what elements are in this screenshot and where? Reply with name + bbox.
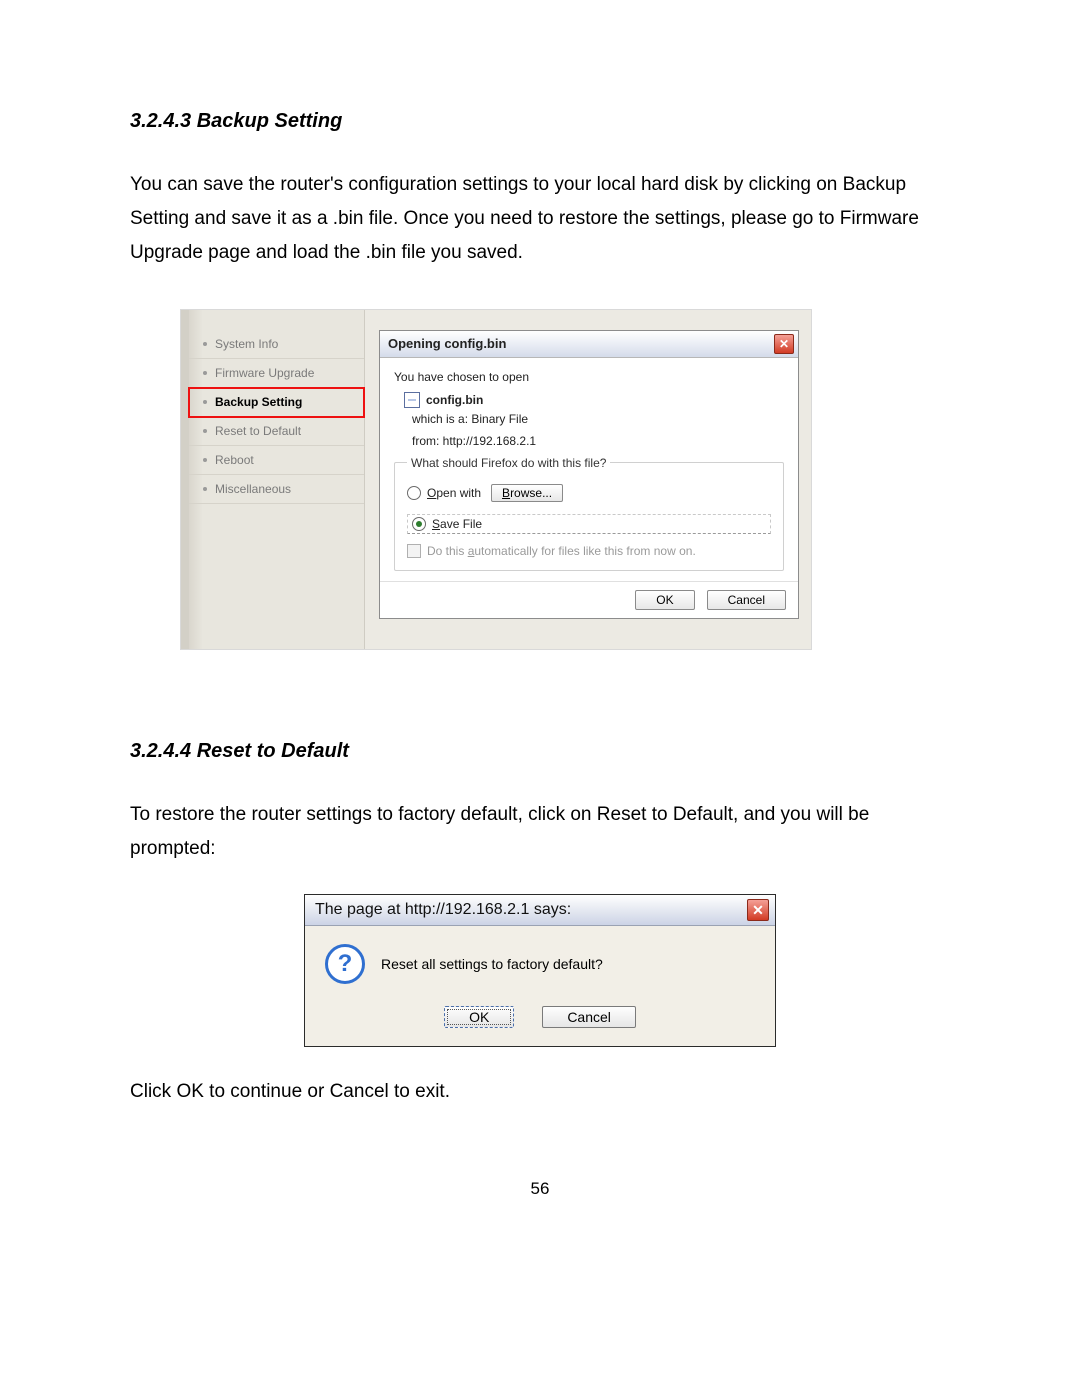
bullet-icon [203,458,207,462]
dialog-which-is: which is a: Binary File [412,412,784,426]
section-2-closing: Click OK to continue or Cancel to exit. [130,1075,950,1109]
router-sidebar: System Info Firmware Upgrade Backup Sett… [181,310,365,649]
ok-button[interactable]: OK [635,590,694,610]
action-fieldset: What should Firefox do with this file? O… [394,456,784,571]
checkbox-icon [407,544,421,558]
alert-message: Reset all settings to factory default? [381,956,603,972]
bullet-icon [203,342,207,346]
section-2-paragraph: To restore the router settings to factor… [130,798,950,866]
sidebar-item-label: Backup Setting [215,395,302,409]
open-with-label: Open with [427,486,481,500]
bullet-icon [203,487,207,491]
browse-button[interactable]: Browse... [491,484,563,502]
dialog-title: Opening config.bin [388,336,774,351]
sidebar-item-label: Miscellaneous [215,482,291,496]
sidebar-item-label: System Info [215,337,278,351]
dialog-intro-text: You have chosen to open [394,370,784,384]
close-icon[interactable]: ✕ [774,334,794,354]
cancel-button[interactable]: Cancel [707,590,786,610]
close-icon[interactable]: ✕ [747,899,769,921]
sidebar-item-reset-to-default[interactable]: Reset to Default [189,417,364,446]
alert-titlebar: The page at http://192.168.2.1 says: ✕ [305,895,775,926]
firefox-download-dialog: Opening config.bin ✕ You have chosen to … [379,330,799,619]
sidebar-item-firmware-upgrade[interactable]: Firmware Upgrade [189,359,364,388]
sidebar-item-backup-setting[interactable]: Backup Setting [189,388,364,417]
sidebar-item-label: Reset to Default [215,424,301,438]
auto-checkbox-row[interactable]: Do this automatically for files like thi… [407,544,771,558]
figure-backup-setting: System Info Firmware Upgrade Backup Sett… [180,309,812,650]
sidebar-item-label: Reboot [215,453,254,467]
save-file-label: Save File [432,517,482,531]
section-2-heading: 3.2.4.4 Reset to Default [130,740,950,763]
section-1-heading: 3.2.4.3 Backup Setting [130,110,950,133]
bullet-icon [203,429,207,433]
sidebar-item-miscellaneous[interactable]: Miscellaneous [189,475,364,504]
alert-title: The page at http://192.168.2.1 says: [315,901,747,919]
bullet-icon [203,400,207,404]
radio-icon [407,486,421,500]
dialog-titlebar: Opening config.bin ✕ [380,331,798,358]
dialog-pane: Opening config.bin ✕ You have chosen to … [365,310,811,649]
open-with-option[interactable]: Open with Browse... [407,484,771,502]
sidebar-item-reboot[interactable]: Reboot [189,446,364,475]
fieldset-legend: What should Firefox do with this file? [407,456,610,470]
dialog-filename: config.bin [426,393,483,407]
sidebar-item-system-info[interactable]: System Info [189,330,364,359]
sidebar-item-label: Firmware Upgrade [215,366,314,380]
dialog-from: from: http://192.168.2.1 [412,434,784,448]
cancel-button[interactable]: Cancel [542,1006,636,1028]
question-icon: ? [325,944,365,984]
file-icon [404,392,420,408]
radio-icon [412,517,426,531]
page-number: 56 [130,1179,950,1199]
auto-label: Do this automatically for files like thi… [427,544,696,558]
ok-button[interactable]: OK [444,1006,514,1028]
save-file-option[interactable]: Save File [407,514,771,534]
figure-reset-alert: The page at http://192.168.2.1 says: ✕ ?… [304,894,776,1047]
section-1-paragraph: You can save the router's configuration … [130,168,950,271]
bullet-icon [203,371,207,375]
